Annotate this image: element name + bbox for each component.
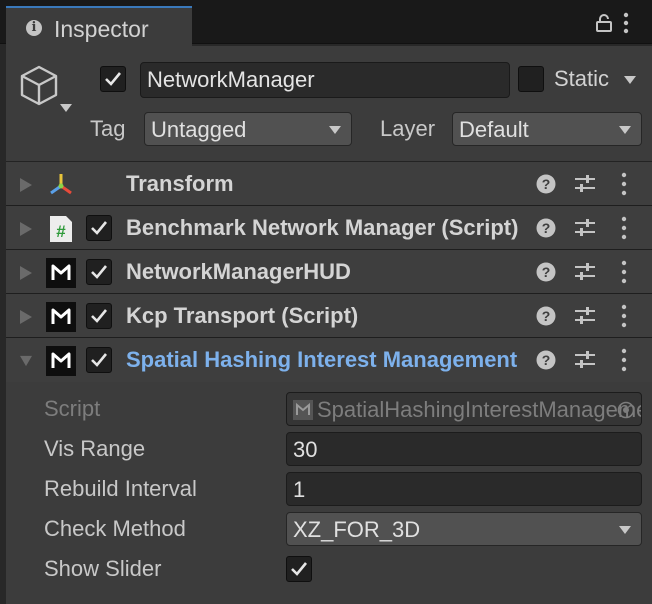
tag-label: Tag: [90, 116, 126, 141]
kebab-menu-icon[interactable]: [618, 12, 634, 34]
component-menu-icon[interactable]: [620, 348, 628, 372]
svg-text:#: #: [56, 222, 66, 241]
gameobject-name-input[interactable]: NetworkManager: [140, 62, 510, 98]
chevron-down-icon: [619, 526, 631, 534]
icon-dropdown-arrow-icon[interactable]: [60, 104, 72, 112]
show-slider-checkbox[interactable]: [286, 556, 312, 582]
inspector-tab[interactable]: i Inspector: [6, 6, 192, 46]
tag-dropdown[interactable]: Untagged: [144, 112, 352, 146]
check-method-value: XZ_FOR_3D: [293, 517, 421, 542]
presets-icon[interactable]: [574, 218, 596, 238]
component-menu-icon[interactable]: [620, 260, 628, 284]
check-method-dropdown[interactable]: XZ_FOR_3D: [286, 512, 642, 546]
presets-icon[interactable]: [574, 262, 596, 282]
help-icon[interactable]: ?: [536, 174, 556, 194]
component-network-manager-hud[interactable]: NetworkManagerHUD ?: [6, 250, 652, 294]
component-enabled-checkbox[interactable]: [86, 303, 112, 329]
help-icon[interactable]: ?: [536, 350, 556, 370]
property-rebuild-interval: Rebuild Interval 1: [6, 470, 652, 510]
help-icon[interactable]: ?: [536, 218, 556, 238]
help-icon[interactable]: ?: [536, 306, 556, 326]
script-value: SpatialHashingInterestManagement: [317, 397, 642, 422]
layer-value: Default: [459, 117, 529, 142]
gameobject-cube-icon[interactable]: [18, 64, 60, 108]
checkmark-icon: [291, 562, 308, 576]
component-spatial-hashing-interest-management[interactable]: Spatial Hashing Interest Management ?: [6, 338, 652, 382]
script-object-field: SpatialHashingInterestManagement: [286, 392, 642, 426]
property-vis-range: Vis Range 30: [6, 430, 652, 470]
info-icon: i: [26, 20, 42, 36]
tag-value: Untagged: [151, 117, 247, 142]
component-menu-icon[interactable]: [620, 216, 628, 240]
inspector-panel: NetworkManager Static Tag Untagged Layer…: [6, 46, 652, 604]
component-enabled-checkbox[interactable]: [86, 347, 112, 373]
vis-range-label: Vis Range: [44, 436, 146, 461]
mirror-logo-icon: [46, 258, 76, 288]
transform-axes-icon: [50, 174, 72, 195]
checkmark-icon: [91, 353, 108, 367]
svg-text:?: ?: [542, 264, 551, 280]
checkmark-icon: [105, 72, 122, 86]
svg-text:?: ?: [542, 220, 551, 236]
help-icon[interactable]: ?: [536, 262, 556, 282]
mirror-logo-icon: [46, 302, 76, 332]
foldout-arrow-icon[interactable]: [20, 310, 32, 324]
checkmark-icon: [91, 309, 108, 323]
property-script: Script SpatialHashingInterestManagement: [6, 390, 652, 430]
foldout-arrow-expanded-icon[interactable]: [20, 354, 32, 368]
component-menu-icon[interactable]: [620, 172, 628, 196]
checkmark-icon: [91, 265, 108, 279]
svg-text:?: ?: [542, 352, 551, 368]
show-slider-label: Show Slider: [44, 556, 162, 581]
rebuild-interval-input[interactable]: 1: [286, 472, 642, 506]
chevron-down-icon: [329, 126, 341, 134]
component-menu-icon[interactable]: [620, 304, 628, 328]
component-properties: Script SpatialHashingInterestManagement …: [6, 386, 652, 604]
presets-icon[interactable]: [574, 174, 596, 194]
layer-dropdown[interactable]: Default: [452, 112, 642, 146]
presets-icon[interactable]: [574, 306, 596, 326]
property-check-method: Check Method XZ_FOR_3D: [6, 510, 652, 550]
component-benchmark-network-manager[interactable]: # Benchmark Network Manager (Script) ?: [6, 206, 652, 250]
svg-text:?: ?: [542, 176, 551, 192]
gameobject-header: NetworkManager Static Tag Untagged Layer…: [6, 46, 652, 162]
static-dropdown-arrow-icon[interactable]: [624, 76, 636, 84]
csharp-script-icon: #: [50, 216, 72, 242]
window-tab-bar: i Inspector: [0, 0, 652, 46]
checkmark-icon: [91, 221, 108, 235]
foldout-arrow-icon[interactable]: [20, 266, 32, 280]
static-checkbox[interactable]: [518, 66, 544, 92]
check-method-label: Check Method: [44, 516, 186, 541]
component-title: Benchmark Network Manager (Script): [126, 215, 519, 240]
component-enabled-checkbox[interactable]: [86, 215, 112, 241]
mirror-logo-icon: [46, 346, 76, 376]
component-title: Transform: [126, 171, 234, 196]
foldout-arrow-icon[interactable]: [20, 222, 32, 236]
component-kcp-transport[interactable]: Kcp Transport (Script) ?: [6, 294, 652, 338]
component-title: NetworkManagerHUD: [126, 259, 351, 284]
component-title: Kcp Transport (Script): [126, 303, 359, 328]
component-title: Spatial Hashing Interest Management: [126, 347, 518, 372]
object-picker-icon: [617, 401, 635, 419]
presets-icon[interactable]: [574, 350, 596, 370]
mirror-script-icon: [293, 400, 313, 420]
rebuild-interval-label: Rebuild Interval: [44, 476, 197, 501]
component-enabled-checkbox[interactable]: [86, 259, 112, 285]
script-label: Script: [44, 396, 101, 421]
lock-icon[interactable]: [596, 14, 612, 32]
chevron-down-icon: [619, 126, 631, 134]
vis-range-input[interactable]: 30: [286, 432, 642, 466]
active-toggle[interactable]: [100, 66, 126, 92]
tab-title: Inspector: [54, 16, 149, 42]
static-label: Static: [554, 66, 610, 91]
layer-label: Layer: [380, 116, 436, 141]
foldout-arrow-icon[interactable]: [20, 178, 32, 192]
component-transform[interactable]: Transform ?: [6, 162, 652, 206]
svg-text:?: ?: [542, 308, 551, 324]
property-show-slider: Show Slider: [6, 550, 652, 590]
